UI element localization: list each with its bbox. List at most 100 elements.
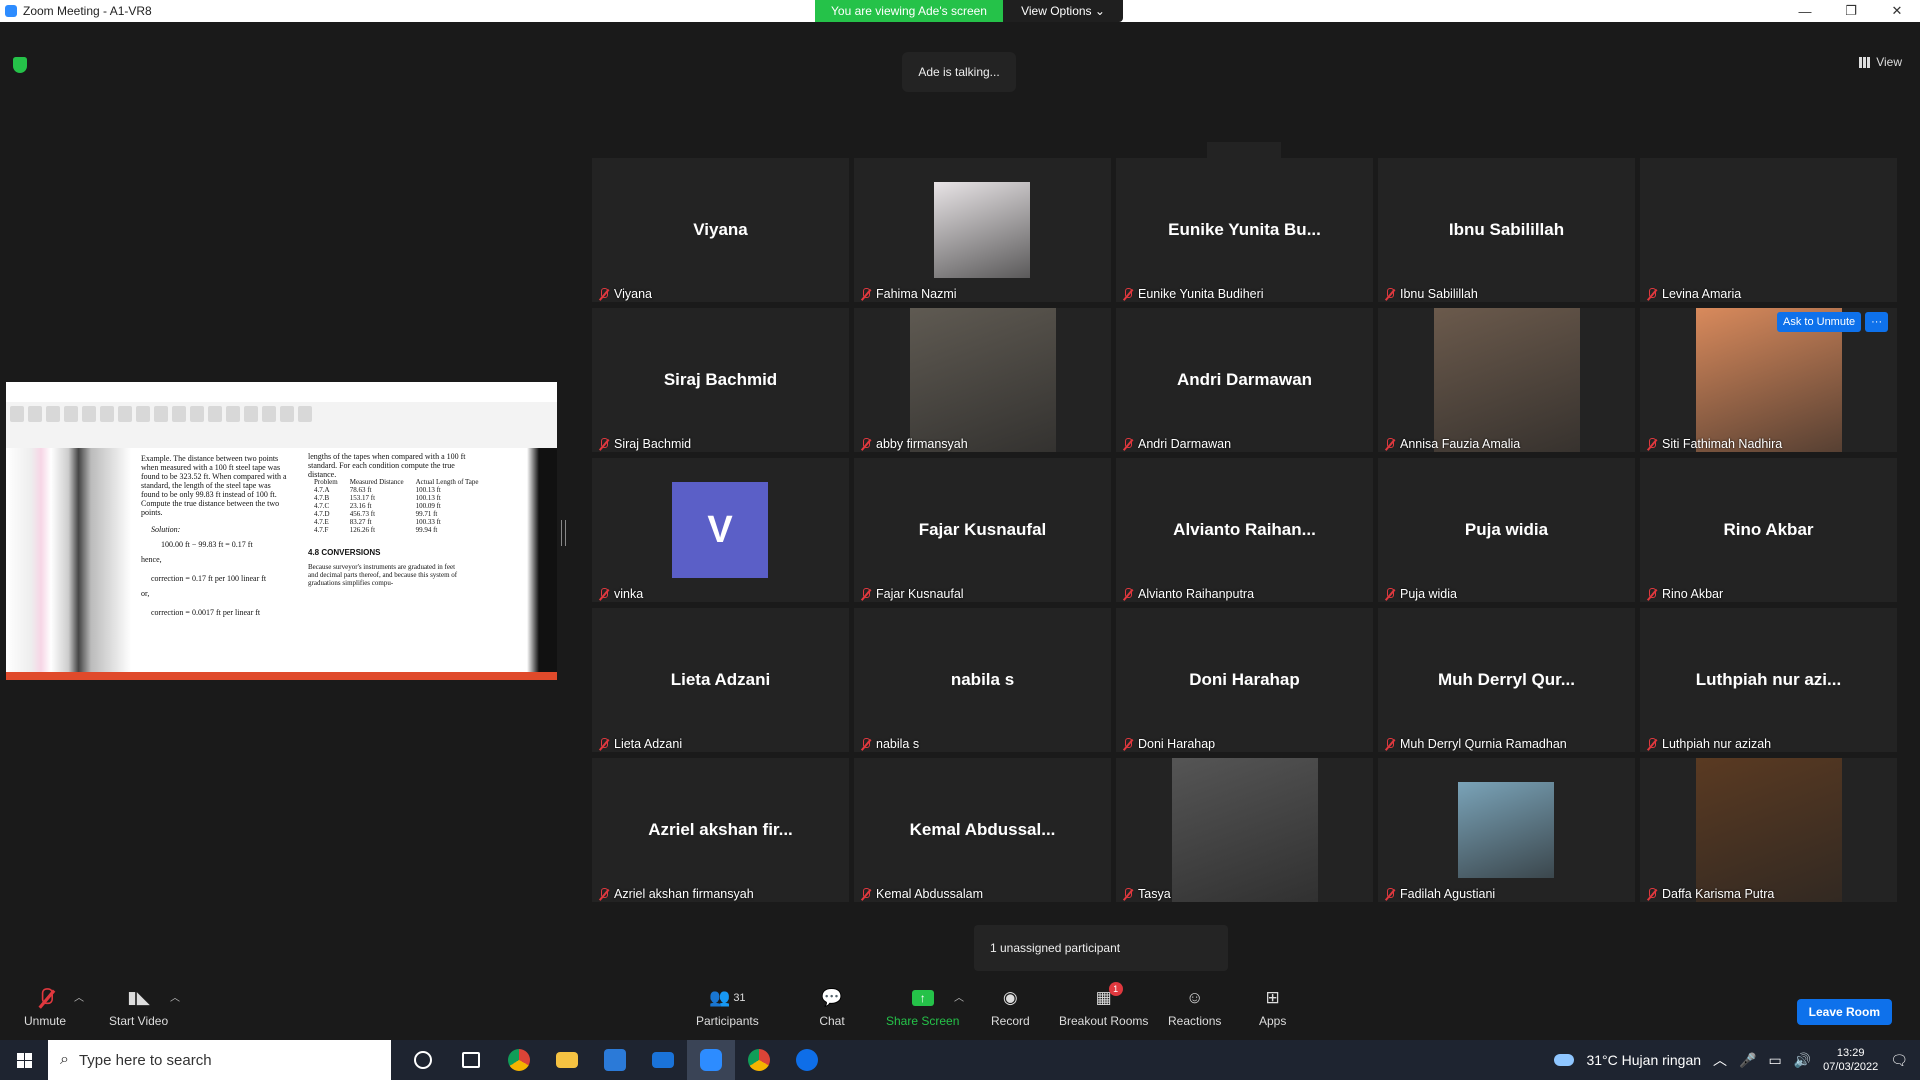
participant-display-name: nabila s xyxy=(950,670,1015,689)
video-options-caret-icon[interactable]: ︿ xyxy=(170,989,180,1004)
taskbar-search[interactable]: ⌕ Type here to search xyxy=(48,1040,391,1080)
participant-name-label: Eunike Yunita Budiheri xyxy=(1122,287,1264,301)
participant-display-name: Kemal Abdussal... xyxy=(909,820,1056,839)
meeting-toolbar: Unmute ︿ ▮◣ Start Video ︿ 👥 31 Participan… xyxy=(0,975,1920,1040)
mic-muted-icon xyxy=(1122,737,1132,751)
window-title: Zoom Meeting - A1-VR8 xyxy=(23,4,152,18)
chrome-profile-icon[interactable] xyxy=(735,1040,783,1080)
record-icon: ◉ xyxy=(1002,988,1018,1007)
ask-to-unmute-button[interactable]: Ask to Unmute xyxy=(1777,312,1862,332)
participant-tile[interactable]: Fajar Kusnaufal Fajar Kusnaufal xyxy=(854,458,1111,602)
participant-tile[interactable]: Azriel akshan fir... Azriel akshan firman… xyxy=(592,758,849,902)
cortana-icon[interactable] xyxy=(399,1040,447,1080)
participant-display-name: Luthpiah nur azi... xyxy=(1695,670,1842,689)
leave-room-button[interactable]: Leave Room xyxy=(1796,999,1892,1025)
unmute-button[interactable]: Unmute xyxy=(24,987,66,1028)
task-view-icon[interactable] xyxy=(447,1040,495,1080)
shared-app-tools xyxy=(6,402,557,426)
file-explorer-icon[interactable] xyxy=(543,1040,591,1080)
start-button[interactable] xyxy=(0,1040,48,1080)
security-shield-icon[interactable] xyxy=(13,57,27,73)
share-screen-icon: ↑ xyxy=(910,987,936,1009)
apps-button[interactable]: ⊞ Apps xyxy=(1259,987,1286,1028)
participant-tile[interactable]: Fahima Nazmi xyxy=(854,158,1111,302)
maximize-button[interactable]: ❐ xyxy=(1828,0,1874,22)
participant-name: Siti Fathimah Nadhira xyxy=(1662,437,1783,451)
table-header: Actual Length of Tape xyxy=(415,478,479,486)
breakout-rooms-button[interactable]: ▦ 1 Breakout Rooms xyxy=(1059,982,1148,1028)
participant-tile[interactable]: Tasya xyxy=(1116,758,1373,902)
zoom-taskbar-icon[interactable] xyxy=(687,1040,735,1080)
participant-tile[interactable]: Luthpiah nur azi... Luthpiah nur azizah xyxy=(1640,608,1897,752)
participant-photo xyxy=(1434,308,1580,452)
participants-label: Participants xyxy=(696,1014,759,1028)
doc-calc: 100.00 ft − 99.83 ft = 0.17 ft xyxy=(161,540,253,549)
share-screen-button[interactable]: ↑ Share Screen xyxy=(886,987,959,1028)
network-icon[interactable]: ▭ xyxy=(1768,1052,1781,1069)
participant-name: Alvianto Raihanputra xyxy=(1138,587,1255,601)
volume-icon[interactable]: 🔊 xyxy=(1794,1052,1811,1069)
participant-name-label: Annisa Fauzia Amalia xyxy=(1384,437,1520,451)
participant-tile[interactable]: nabila s nabila s xyxy=(854,608,1111,752)
participant-tile[interactable]: Doni Harahap Doni Harahap xyxy=(1116,608,1373,752)
participant-name: Eunike Yunita Budiheri xyxy=(1138,287,1264,301)
clock-date: 07/03/2022 xyxy=(1823,1061,1879,1073)
record-button[interactable]: ◉ Record xyxy=(991,987,1030,1028)
share-options-caret-icon[interactable]: ︿ xyxy=(954,989,964,1004)
participant-name: Puja widia xyxy=(1400,587,1457,601)
participant-tile[interactable]: Daffa Karisma Putra xyxy=(1640,758,1897,902)
share-screen-label: Share Screen xyxy=(886,1014,960,1028)
minimize-button[interactable]: — xyxy=(1782,0,1828,22)
store-icon[interactable] xyxy=(591,1040,639,1080)
participant-tile[interactable]: Muh Derryl Qur... Muh Derryl Qurnia Ramad… xyxy=(1378,608,1635,752)
audio-options-caret-icon[interactable]: ︿ xyxy=(74,989,84,1004)
participant-name: Andri Darmawan xyxy=(1138,437,1232,451)
participant-tile[interactable]: Rino Akbar Rino Akbar xyxy=(1640,458,1897,602)
view-options-button[interactable]: View Options ⌄ xyxy=(1003,0,1123,22)
participant-tile[interactable]: Alvianto Raihan... Alvianto Raihanputra xyxy=(1116,458,1373,602)
unassigned-participant-notice[interactable]: 1 unassigned participant xyxy=(974,925,1228,971)
participant-tile[interactable]: Fadilah Agustiani xyxy=(1378,758,1635,902)
participant-name-label: Siraj Bachmid xyxy=(598,437,691,451)
participant-name: Azriel akshan firmansyah xyxy=(614,887,754,901)
participant-tile[interactable]: Lieta Adzani Lieta Adzani xyxy=(592,608,849,752)
weather-text[interactable]: 31°C Hujan ringan xyxy=(1586,1052,1701,1068)
participant-display-name: Lieta Adzani xyxy=(670,670,771,689)
participant-tile[interactable]: Levina Amaria xyxy=(1640,158,1897,302)
chrome-icon[interactable] xyxy=(495,1040,543,1080)
participant-tile[interactable]: Annisa Fauzia Amalia xyxy=(1378,308,1635,452)
mic-muted-icon xyxy=(860,587,870,601)
reactions-button[interactable]: ☺ Reactions xyxy=(1168,987,1221,1028)
participant-tile[interactable]: abby firmansyah xyxy=(854,308,1111,452)
taskbar-clock[interactable]: 13:29 07/03/2022 xyxy=(1823,1046,1878,1074)
tray-expand-icon[interactable]: ︿ xyxy=(1713,1050,1727,1070)
participant-name-label: nabila s xyxy=(860,737,919,751)
split-resize-handle[interactable] xyxy=(561,520,566,546)
notifications-icon[interactable]: 🗨 xyxy=(1890,1052,1908,1069)
shared-screen[interactable]: Example. The distance between two points… xyxy=(6,382,557,680)
table-header: Problem xyxy=(314,478,338,486)
chat-button[interactable]: 💬 Chat xyxy=(819,987,845,1028)
participant-tile[interactable]: Puja widia Puja widia xyxy=(1378,458,1635,602)
teamviewer-icon[interactable] xyxy=(783,1040,831,1080)
participant-tile[interactable]: Siraj Bachmid Siraj Bachmid xyxy=(592,308,849,452)
participant-tile[interactable]: Viyana Viyana xyxy=(592,158,849,302)
participant-tile[interactable]: Eunike Yunita Bu... Eunike Yunita Budiher… xyxy=(1116,158,1373,302)
book-spine xyxy=(6,448,131,672)
close-button[interactable]: ✕ xyxy=(1874,0,1920,22)
participants-button[interactable]: 👥 31 Participants xyxy=(696,987,759,1028)
view-button[interactable]: View xyxy=(1859,55,1902,69)
doc-left-column: Example. The distance between two points… xyxy=(141,454,291,617)
mail-icon[interactable] xyxy=(639,1040,687,1080)
participant-tile[interactable]: Ibnu Sabilillah Ibnu Sabilillah xyxy=(1378,158,1635,302)
microphone-tray-icon[interactable]: 🎤 xyxy=(1739,1052,1756,1069)
more-options-button[interactable]: ··· xyxy=(1865,312,1889,332)
participants-count: 31 xyxy=(733,992,746,1004)
search-placeholder: Type here to search xyxy=(78,1051,212,1069)
start-video-button[interactable]: ▮◣ Start Video xyxy=(109,987,168,1028)
participant-tile[interactable]: Vvinka xyxy=(592,458,849,602)
table-cell: 99.71 ft xyxy=(415,510,438,518)
participant-tile[interactable]: Kemal Abdussal... Kemal Abdussalam xyxy=(854,758,1111,902)
participant-display-name: Doni Harahap xyxy=(1189,670,1300,689)
participant-tile[interactable]: Andri Darmawan Andri Darmawan xyxy=(1116,308,1373,452)
